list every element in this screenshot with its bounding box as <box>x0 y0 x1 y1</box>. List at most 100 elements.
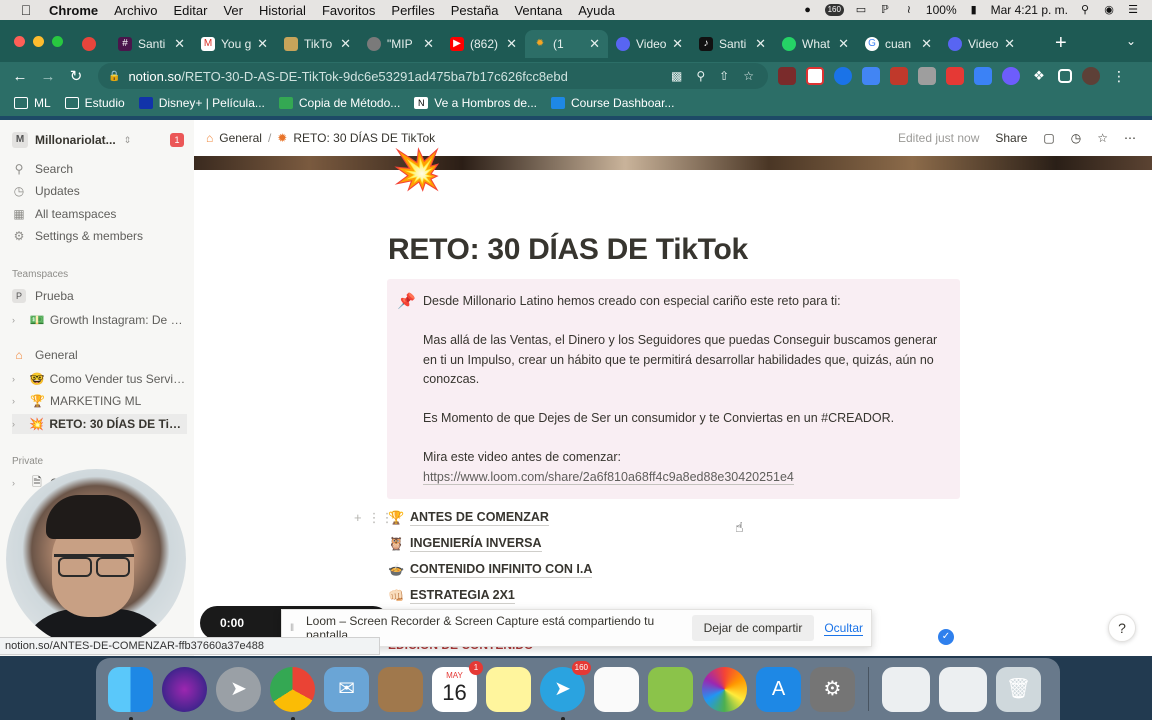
list-item[interactable]: + ⋮⋮ 🏆 ANTES DE COMENZAR <box>354 505 948 531</box>
window-thumbnail-icon[interactable] <box>939 666 987 712</box>
close-tab-icon[interactable]: ✕ <box>672 36 683 52</box>
page-link[interactable]: ANTES DE COMENZAR <box>410 510 549 526</box>
battery-icon[interactable]: ▮ <box>967 4 981 16</box>
extension-new-icon[interactable] <box>974 67 992 85</box>
extension-red-icon[interactable] <box>890 67 908 85</box>
page-link[interactable]: CONTENIDO INFINITO CON I.A <box>410 562 593 578</box>
menu-app-name[interactable]: Chrome <box>49 3 98 18</box>
workspace-switcher[interactable]: M Millonariolat... ⇕ 1 <box>12 132 184 148</box>
menu-ventana[interactable]: Ventana <box>514 3 562 18</box>
menu-ayuda[interactable]: Ayuda <box>578 3 615 18</box>
sidebar-updates[interactable]: ◷ Updates <box>12 181 187 201</box>
sidebar-general[interactable]: ⌂ General <box>12 345 187 365</box>
sidebar-page-vender[interactable]: › 🤓 Como Vender tus Servici... <box>12 369 187 389</box>
share-button[interactable]: Share <box>995 131 1027 145</box>
breadcrumb-page[interactable]: RETO: 30 DÍAS DE TikTok <box>293 131 435 145</box>
chrome-icon[interactable] <box>270 666 315 720</box>
tab-4[interactable]: "MIP ✕ <box>359 30 442 58</box>
close-tab-icon[interactable]: ✕ <box>1004 36 1015 52</box>
hide-button[interactable]: Ocultar <box>824 621 863 636</box>
list-item[interactable]: 🦉 INGENIERÍA INVERSA <box>388 531 948 557</box>
tab-6-active[interactable]: ✹ (1 ✕ <box>525 30 608 58</box>
mail-icon[interactable]: ✉ <box>324 666 369 712</box>
sidebar-settings[interactable]: ⚙ Settings & members <box>12 226 187 246</box>
profile-avatar[interactable] <box>1082 67 1100 85</box>
menu-historial[interactable]: Historial <box>259 3 306 18</box>
chevron-right-icon[interactable]: › <box>12 396 22 406</box>
spotlight-search-icon[interactable]: ⚲ <box>1078 4 1092 16</box>
translate-icon[interactable] <box>862 67 880 85</box>
bookmark-star-icon[interactable]: ☆ <box>743 69 754 83</box>
tab-2[interactable]: M You g ✕ <box>193 30 276 58</box>
favorite-star-icon[interactable]: ☆ <box>1097 131 1108 145</box>
bookmark-course[interactable]: Course Dashboar... <box>551 96 674 110</box>
help-button[interactable]: ? <box>1108 614 1136 642</box>
new-tab-button[interactable]: + <box>1055 32 1067 55</box>
block-handle[interactable]: + ⋮⋮ <box>354 510 394 526</box>
close-tab-icon[interactable]: ✕ <box>755 36 766 52</box>
extension-cart-icon[interactable] <box>806 67 824 85</box>
menu-editar[interactable]: Editar <box>173 3 207 18</box>
bluetooth-icon[interactable]: ℙ <box>878 4 892 16</box>
close-tab-icon[interactable]: ✕ <box>257 36 268 52</box>
close-tab-icon[interactable]: ✕ <box>838 36 849 52</box>
camera-icon[interactable]: ▩ <box>671 69 682 83</box>
extension-gear-icon[interactable] <box>1002 67 1020 85</box>
breadcrumb-general[interactable]: General <box>219 131 262 145</box>
sidebar-page-marketing[interactable]: › 🏆 MARKETING ML <box>12 391 187 411</box>
kebab-menu-icon[interactable]: ⋮ <box>1110 67 1128 85</box>
zoom-window-button[interactable] <box>52 36 63 47</box>
drag-grip-icon[interactable]: ‖ <box>290 623 296 634</box>
callout-block[interactable]: 📌 Desde Millonario Latino hemos creado c… <box>387 279 960 499</box>
menu-perfiles[interactable]: Perfiles <box>391 3 434 18</box>
bookmark-estudio[interactable]: Estudio <box>64 96 125 110</box>
tab-10[interactable]: G cuan ✕ <box>857 30 940 58</box>
lock-icon[interactable]: 🔒 <box>108 71 120 82</box>
tab-1[interactable]: # Santi ✕ <box>110 30 193 58</box>
photos-icon[interactable] <box>702 666 747 712</box>
trash-icon[interactable]: 🗑 <box>996 666 1041 712</box>
extension-play-icon[interactable] <box>834 67 852 85</box>
bookmark-disney[interactable]: Disney+ | Película... <box>138 96 265 110</box>
notes-icon[interactable] <box>486 666 531 712</box>
share-icon[interactable]: ⇧ <box>719 69 729 83</box>
sidepanel-icon[interactable] <box>1058 69 1072 83</box>
tab-7[interactable]: Video ✕ <box>608 30 691 58</box>
bookmark-hombros[interactable]: N Ve a Hombros de... <box>414 96 537 110</box>
launchpad-icon[interactable]: ➤ <box>216 666 261 712</box>
more-options-icon[interactable]: ⋯ <box>1124 131 1136 145</box>
bookmark-ml[interactable]: ML <box>14 96 51 110</box>
clock[interactable]: Mar 4:21 p. m. <box>991 3 1068 17</box>
wifi-icon[interactable]: ≀ <box>902 4 916 16</box>
close-tab-icon[interactable]: ✕ <box>589 36 600 52</box>
maps-icon[interactable] <box>648 666 693 712</box>
add-block-icon[interactable]: + <box>354 510 362 526</box>
stop-sharing-button[interactable]: Dejar de compartir <box>691 615 815 641</box>
back-arrow-icon[interactable]: ← <box>6 68 34 85</box>
tab-5[interactable]: ▶ (862) ✕ <box>442 30 525 58</box>
loom-video-link[interactable]: https://www.loom.com/share/2a6f810a68ff4… <box>423 469 794 485</box>
page-link[interactable]: INGENIERÍA INVERSA <box>410 536 542 552</box>
page-icon[interactable]: 💥 <box>392 150 442 190</box>
menu-ver[interactable]: Ver <box>223 3 243 18</box>
notification-center-icon[interactable]: ☰ <box>1126 4 1140 16</box>
puzzle-icon[interactable]: ❖ <box>1030 67 1048 85</box>
window-thumbnail-icon[interactable] <box>882 666 930 712</box>
close-tab-icon[interactable]: ✕ <box>340 36 351 52</box>
tab-3[interactable]: TikTo ✕ <box>276 30 359 58</box>
sidebar-search[interactable]: ⚲ Search <box>12 159 187 179</box>
calendar-icon[interactable]: MAY 16 1 <box>432 660 483 712</box>
tab-recording[interactable] <box>74 30 110 58</box>
sidebar-teamspace-prueba[interactable]: P Prueba <box>12 286 187 306</box>
apple-icon[interactable]:  <box>17 2 35 18</box>
reminders-icon[interactable] <box>594 666 639 712</box>
contacts-icon[interactable] <box>378 666 423 712</box>
minimize-window-button[interactable] <box>33 36 44 47</box>
tab-9[interactable]: What ✕ <box>774 30 857 58</box>
chevron-right-icon[interactable]: › <box>12 374 22 384</box>
control-center-icon[interactable]: ◉ <box>1102 4 1116 16</box>
chevron-right-icon[interactable]: › <box>12 419 21 429</box>
extension-camera-icon[interactable] <box>918 67 936 85</box>
app-store-icon[interactable]: A <box>756 666 801 712</box>
battery-percent[interactable]: 100% <box>926 3 957 17</box>
